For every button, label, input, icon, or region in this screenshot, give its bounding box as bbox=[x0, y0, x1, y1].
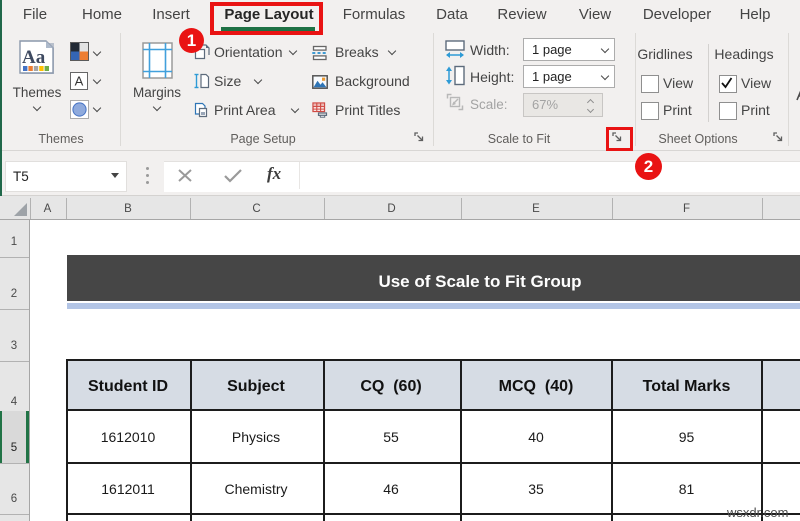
svg-text:Aa: Aa bbox=[22, 47, 46, 68]
svg-text:A: A bbox=[74, 73, 83, 88]
